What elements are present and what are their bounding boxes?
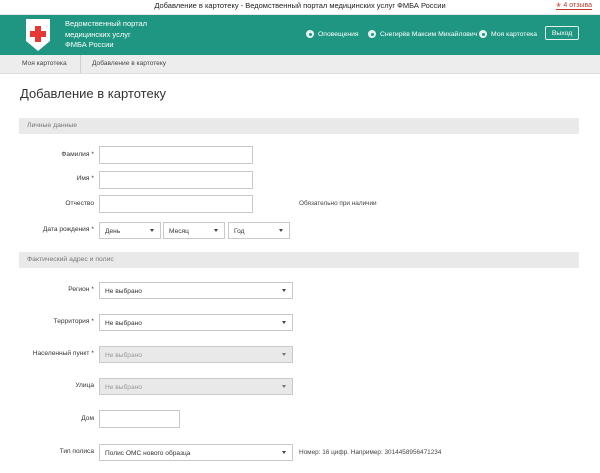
section-personal-data: Личные данные xyxy=(19,118,579,134)
required-mark: * xyxy=(91,286,94,293)
region-label: Регион * xyxy=(0,286,94,293)
region-select[interactable]: Не выбрано xyxy=(99,282,293,299)
policy-number-hint: Номер: 16 цифр. Например: 30144589564712… xyxy=(299,449,442,456)
breadcrumb-divider xyxy=(80,55,81,73)
my-card-label: Моя картотека xyxy=(491,30,538,38)
birth-month-value: Месяц xyxy=(169,227,189,235)
user-profile-link[interactable]: Снегирёв Максим Михайлович xyxy=(368,26,477,42)
firstname-label: Имя * xyxy=(0,175,94,182)
dropdown-arrow-icon xyxy=(279,229,283,232)
dropdown-arrow-icon xyxy=(150,229,154,232)
portal-name[interactable]: Ведомственный портал медицинских услуг Ф… xyxy=(65,19,175,51)
birth-year-select[interactable]: Год xyxy=(228,222,290,239)
street-select[interactable]: Не выбрано xyxy=(99,378,293,395)
dropdown-arrow-icon xyxy=(282,451,286,454)
dropdown-arrow-icon xyxy=(282,353,286,356)
card-icon xyxy=(479,30,487,38)
birth-day-select[interactable]: День xyxy=(99,222,161,239)
portal-name-line1: Ведомственный портал xyxy=(65,19,148,28)
firstname-input[interactable] xyxy=(99,171,253,189)
dropdown-arrow-icon xyxy=(282,321,286,324)
street-label: Улица xyxy=(0,382,94,389)
portal-name-line2: медицинских услуг xyxy=(65,29,131,39)
notifications-label: Оповещения xyxy=(318,30,359,38)
patronymic-label-text: Отчество xyxy=(65,200,94,207)
territory-label-text: Территория xyxy=(53,318,90,325)
required-mark: * xyxy=(91,318,94,325)
settlement-label-text: Населенный пункт xyxy=(32,350,90,357)
settlement-value: Не выбрано xyxy=(105,351,142,359)
user-icon xyxy=(368,30,376,38)
street-label-text: Улица xyxy=(75,382,94,389)
territory-label: Территория * xyxy=(0,318,94,325)
dropdown-arrow-icon xyxy=(214,229,218,232)
dropdown-arrow-icon xyxy=(282,289,286,292)
policy-type-value: Полис ОМС нового образца xyxy=(105,449,191,457)
required-mark: * xyxy=(91,175,94,182)
section-address-title: Фактический адрес и полис xyxy=(27,256,114,263)
policy-type-select[interactable]: Полис ОМС нового образца xyxy=(99,444,293,461)
street-value: Не выбрано xyxy=(105,383,142,391)
region-value: Не выбрано xyxy=(105,287,142,295)
policy-type-label: Тип полиса xyxy=(0,448,94,455)
patronymic-label: Отчество xyxy=(0,200,94,207)
territory-select[interactable]: Не выбрано xyxy=(99,314,293,331)
breadcrumb-current: Добавление в картотеку xyxy=(92,60,167,67)
logout-button[interactable]: Выход xyxy=(545,26,579,40)
patronymic-hint: Обязательно при наличии xyxy=(299,200,377,207)
patronymic-input[interactable] xyxy=(99,195,253,213)
birthdate-label-text: Дата рождения xyxy=(42,226,90,233)
lastname-label-text: Фамилия xyxy=(61,151,90,158)
bell-icon xyxy=(306,30,314,38)
section-address-policy: Фактический адрес и полис xyxy=(19,252,579,268)
my-card-link[interactable]: Моя картотека xyxy=(479,26,537,42)
site-header: Ведомственный портал медицинских услуг Ф… xyxy=(0,15,600,55)
page-title: Добавление в картотеку xyxy=(20,86,167,101)
birthdate-label: Дата рождения * xyxy=(0,226,94,233)
house-label-text: Дом xyxy=(81,415,94,422)
birth-month-select[interactable]: Месяц xyxy=(163,222,225,239)
required-mark: * xyxy=(91,226,94,233)
reviews-link[interactable]: ✭ 4 отзыва xyxy=(555,1,592,10)
settlement-select[interactable]: Не выбрано xyxy=(99,346,293,363)
tab-title: Добавление в картотеку - Ведомственный п… xyxy=(154,1,446,10)
browser-title-bar: Добавление в картотеку - Ведомственный п… xyxy=(0,0,600,15)
birth-year-value: Год xyxy=(234,227,245,235)
policy-type-label-text: Тип полиса xyxy=(59,448,94,455)
notifications-link[interactable]: Оповещения xyxy=(306,26,359,42)
dropdown-arrow-icon xyxy=(282,385,286,388)
lastname-label: Фамилия * xyxy=(0,151,94,158)
lastname-input[interactable] xyxy=(99,146,253,164)
required-mark: * xyxy=(91,151,94,158)
section-personal-title: Личные данные xyxy=(27,122,78,129)
region-label-text: Регион xyxy=(68,286,90,293)
house-label: Дом xyxy=(0,415,94,422)
territory-value: Не выбрано xyxy=(105,319,142,327)
birth-day-value: День xyxy=(105,227,121,235)
medical-cross-logo-icon[interactable] xyxy=(23,17,53,53)
breadcrumb: Моя картотека Добавление в картотеку xyxy=(0,55,600,74)
breadcrumb-my-card[interactable]: Моя картотека xyxy=(22,60,67,67)
settlement-label: Населенный пункт * xyxy=(0,350,94,357)
user-name: Снегирёв Максим Михайлович xyxy=(380,30,478,38)
house-input[interactable] xyxy=(99,410,180,428)
required-mark: * xyxy=(91,350,94,357)
firstname-label-text: Имя xyxy=(76,175,90,182)
portal-name-line3: ФМБА России xyxy=(65,40,114,49)
